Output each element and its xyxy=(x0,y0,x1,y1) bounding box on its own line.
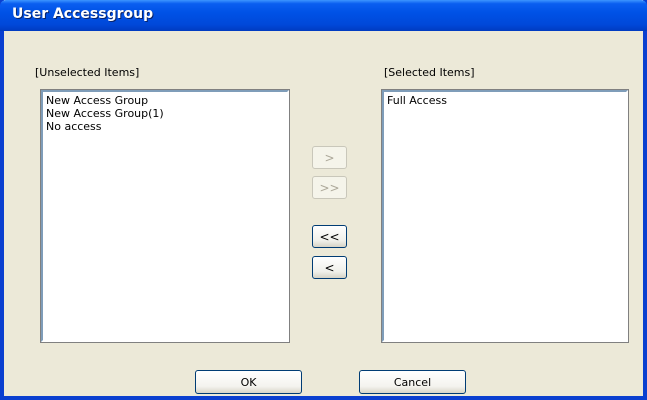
dialog-title: User Accessgroup xyxy=(12,6,154,22)
move-all-left-button[interactable]: << xyxy=(312,225,347,248)
list-item[interactable]: New Access Group(1) xyxy=(46,107,284,120)
move-all-right-button[interactable]: >> xyxy=(312,176,347,199)
selected-items-list[interactable]: Full Access xyxy=(381,89,629,343)
list-item[interactable]: No access xyxy=(46,120,284,133)
move-right-button[interactable]: > xyxy=(312,146,347,169)
list-item[interactable]: Full Access xyxy=(387,94,623,107)
unselected-items-list[interactable]: New Access Group New Access Group(1) No … xyxy=(40,89,290,343)
selected-items-label: [Selected Items] xyxy=(384,66,475,79)
user-accessgroup-dialog: User Accessgroup [Unselected Items] New … xyxy=(0,0,647,400)
move-left-button[interactable]: < xyxy=(312,256,347,279)
unselected-items-label: [Unselected Items] xyxy=(35,66,140,79)
cancel-button[interactable]: Cancel xyxy=(359,370,466,394)
list-item[interactable]: New Access Group xyxy=(46,94,284,107)
title-bar[interactable]: User Accessgroup xyxy=(0,0,647,31)
ok-button[interactable]: OK xyxy=(195,370,302,394)
